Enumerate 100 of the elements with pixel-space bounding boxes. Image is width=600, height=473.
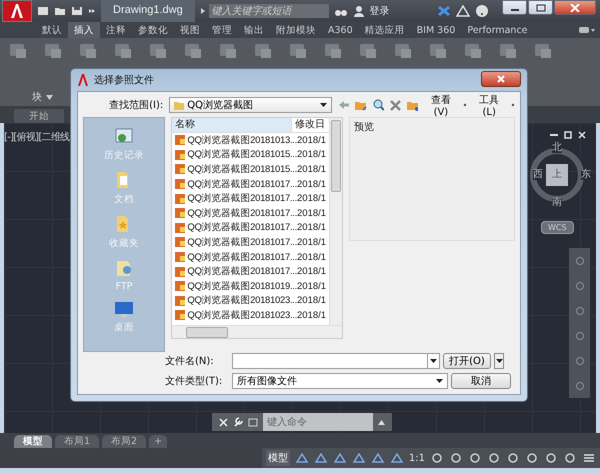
status-tool-icon[interactable] bbox=[352, 452, 366, 464]
warning-triangle-icon[interactable] bbox=[456, 5, 470, 17]
open-folder-icon[interactable] bbox=[54, 6, 66, 16]
file-item[interactable]: QQ浏览器截图20181017... bbox=[172, 192, 297, 206]
minimize-button[interactable] bbox=[502, 0, 527, 15]
delete-icon[interactable] bbox=[390, 100, 401, 110]
open-button[interactable]: 打开(O) bbox=[443, 353, 491, 369]
file-name-field[interactable] bbox=[232, 353, 428, 369]
status-tool-icon[interactable] bbox=[294, 452, 309, 464]
save-icon[interactable] bbox=[71, 6, 83, 16]
ribbon-tab[interactable]: 参数化 bbox=[132, 22, 174, 38]
caret-icon[interactable] bbox=[378, 420, 385, 424]
wrench-icon[interactable] bbox=[233, 417, 243, 427]
close-icon[interactable] bbox=[219, 418, 228, 426]
navigation-tool-icon[interactable] bbox=[574, 306, 584, 316]
file-item[interactable]: QQ浏览器截图20181017... bbox=[172, 178, 297, 191]
file-item[interactable]: QQ浏览器截图20181013... bbox=[172, 134, 297, 147]
status-tool-icon[interactable] bbox=[449, 452, 463, 464]
compass-direction[interactable]: 西 bbox=[533, 170, 543, 180]
minimize-icon[interactable] bbox=[550, 131, 558, 139]
status-tool-icon[interactable] bbox=[525, 452, 539, 464]
maximize-button[interactable] bbox=[528, 0, 553, 15]
cancel-button[interactable]: 取消 bbox=[451, 373, 511, 389]
ribbon-tab[interactable]: Performance bbox=[461, 22, 534, 38]
close-button[interactable] bbox=[481, 71, 521, 87]
status-tool-icon[interactable] bbox=[544, 452, 558, 464]
navigation-tool-icon[interactable] bbox=[574, 330, 584, 340]
panel-label[interactable]: 块 bbox=[32, 90, 42, 104]
navigation-tool-icon[interactable] bbox=[574, 380, 584, 390]
layout-tab[interactable]: 布局1 bbox=[55, 435, 100, 448]
add-layout-button[interactable]: + bbox=[149, 435, 168, 448]
compass-direction[interactable]: 东 bbox=[581, 170, 591, 180]
ribbon-tab[interactable]: 视图 bbox=[174, 22, 206, 38]
new-file-icon[interactable] bbox=[37, 6, 49, 16]
column-header[interactable]: 名称 bbox=[172, 118, 292, 132]
file-item[interactable]: QQ浏览器截图20181015... bbox=[172, 162, 297, 176]
navigation-tool-icon[interactable] bbox=[574, 356, 584, 366]
layout-tab[interactable]: 模型 bbox=[14, 435, 52, 448]
compass-direction[interactable]: 南 bbox=[552, 198, 562, 208]
navigation-bar[interactable] bbox=[569, 248, 590, 398]
ribbon-tab[interactable]: 附加模块 bbox=[270, 22, 322, 38]
file-item[interactable]: QQ浏览器截图20181023... bbox=[172, 294, 297, 308]
menu-icon[interactable] bbox=[582, 452, 596, 464]
file-tab[interactable]: 开始 bbox=[14, 109, 64, 123]
search-field[interactable]: 键入关键字或短语 bbox=[208, 4, 329, 18]
folder-up-icon[interactable] bbox=[355, 99, 367, 111]
application-menu-button[interactable] bbox=[2, 0, 32, 22]
status-tool-icon[interactable] bbox=[332, 452, 347, 464]
view-cube[interactable]: 上 bbox=[546, 164, 568, 186]
file-item[interactable]: QQ浏览器截图20181019... bbox=[172, 280, 297, 293]
caret-icon[interactable] bbox=[46, 94, 53, 100]
column-header[interactable]: 修改日 bbox=[292, 118, 328, 132]
model-space-button[interactable]: 模型 bbox=[266, 450, 290, 466]
help-icon[interactable] bbox=[475, 4, 489, 18]
status-tool-icon[interactable] bbox=[370, 452, 385, 464]
ribbon-tab[interactable]: 管理 bbox=[206, 22, 238, 38]
view-menu[interactable]: 查看(V) bbox=[424, 92, 458, 118]
file-item[interactable]: QQ浏览器截图20181017... bbox=[172, 206, 297, 220]
search-icon[interactable] bbox=[372, 99, 384, 111]
navigation-tool-icon[interactable] bbox=[574, 280, 584, 290]
dropdown-dot-icon[interactable] bbox=[463, 103, 468, 107]
ribbon-tab[interactable]: 注释 bbox=[100, 22, 132, 38]
status-tool-icon[interactable] bbox=[468, 452, 482, 464]
navigation-tool-icon[interactable] bbox=[574, 256, 584, 266]
file-item[interactable]: QQ浏览器截图20181017... bbox=[172, 221, 297, 234]
sign-in-link[interactable]: 登录 bbox=[370, 4, 390, 18]
more-icon[interactable] bbox=[88, 6, 96, 16]
file-item[interactable]: QQ浏览器截图20181017... bbox=[172, 236, 297, 249]
file-item[interactable]: QQ浏览器截图20181023... bbox=[172, 308, 297, 322]
new-folder-icon[interactable] bbox=[406, 99, 418, 111]
dropdown-dot-icon[interactable] bbox=[511, 103, 515, 107]
horizontal-scrollbar[interactable] bbox=[172, 325, 342, 338]
prompt-icon[interactable] bbox=[248, 418, 258, 426]
status-tool-icon[interactable] bbox=[390, 452, 404, 464]
layout-tab[interactable]: 布局2 bbox=[102, 435, 146, 448]
viewport-label[interactable]: [-][俯视][二维线 bbox=[4, 130, 70, 144]
exchange-icon[interactable] bbox=[437, 5, 451, 17]
ribbon-tab[interactable]: A360 bbox=[322, 22, 359, 38]
vertical-scrollbar[interactable] bbox=[329, 118, 342, 325]
ribbon-tab[interactable]: 精选应用 bbox=[358, 22, 411, 38]
status-tool-icon[interactable] bbox=[506, 452, 520, 464]
caret-icon[interactable] bbox=[200, 7, 206, 15]
close-icon[interactable] bbox=[578, 131, 586, 139]
file-item[interactable]: QQ浏览器截图20181015... bbox=[172, 148, 297, 162]
compass-direction[interactable]: 北 bbox=[552, 143, 562, 153]
open-options-button[interactable] bbox=[494, 353, 504, 369]
annotation-scale[interactable]: 1:1 bbox=[408, 452, 425, 464]
command-input[interactable]: 键入命令 bbox=[263, 413, 373, 431]
file-item[interactable]: QQ浏览器截图20181017... bbox=[172, 250, 297, 264]
panel-toggle-icon[interactable] bbox=[578, 26, 596, 34]
ribbon-tab[interactable]: 插入 bbox=[68, 22, 100, 38]
user-icon[interactable] bbox=[352, 5, 365, 17]
folder-dropdown[interactable]: QQ浏览器截图 bbox=[169, 97, 332, 113]
close-button[interactable] bbox=[554, 0, 596, 15]
tools-menu[interactable]: 工具(L) bbox=[473, 92, 506, 118]
ribbon-tab[interactable]: 默认 bbox=[36, 22, 68, 38]
ribbon-tab[interactable]: BIM 360 bbox=[410, 22, 462, 38]
status-tool-icon[interactable] bbox=[430, 452, 444, 464]
status-tool-icon[interactable] bbox=[314, 452, 328, 464]
status-tool-icon[interactable] bbox=[563, 452, 577, 464]
